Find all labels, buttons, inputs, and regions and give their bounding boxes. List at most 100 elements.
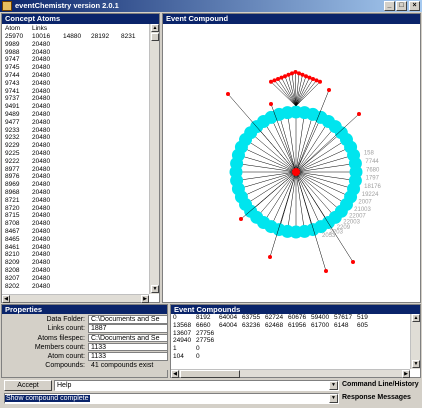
list-item[interactable]: 9222 20480 <box>5 158 148 166</box>
list-item[interactable]: 9489 20480 <box>5 111 148 119</box>
command-input-value: Help <box>57 382 72 389</box>
list-item[interactable]: 9232 20480 <box>5 134 148 142</box>
graph-node-label: 7744 <box>365 159 379 165</box>
cell: 0 <box>196 352 200 360</box>
table-row[interactable]: 10 <box>173 345 409 353</box>
list-item[interactable]: 9477 20480 <box>5 119 148 127</box>
compound-node <box>307 75 312 80</box>
cell: 104 <box>173 352 184 360</box>
cell: 8207 <box>5 274 20 282</box>
list-item[interactable]: 9225 20480 <box>5 150 148 158</box>
list-item[interactable]: 9741 20480 <box>5 88 148 96</box>
cell: 9232 <box>5 134 20 142</box>
event-compounds-scrollbar[interactable]: ▲ ▼ <box>410 314 420 369</box>
compound-node <box>290 71 294 76</box>
list-item[interactable]: 8208 20480 <box>5 267 148 275</box>
scroll-down-arrow-icon[interactable]: ▼ <box>412 360 420 368</box>
cell: 27756 <box>196 337 215 345</box>
scroll-right-arrow-icon[interactable]: ▶ <box>402 370 410 378</box>
list-item[interactable]: 8968 20480 <box>5 189 148 197</box>
list-item[interactable]: 9743 20480 <box>5 80 148 88</box>
cell: 9747 <box>5 56 20 64</box>
maximize-button[interactable]: □ <box>396 1 407 11</box>
cell: 8715 <box>5 212 20 220</box>
compound-node <box>269 102 273 106</box>
command-input[interactable]: Help ▼ <box>54 380 339 391</box>
table-row[interactable]: 13607 27756 <box>173 330 409 338</box>
concept-atoms-scrollbar[interactable]: ▲ ▼ <box>149 24 159 294</box>
scroll-up-arrow-icon[interactable]: ▲ <box>151 24 159 32</box>
compound-node <box>314 78 319 83</box>
close-button[interactable]: × <box>409 1 420 11</box>
graph-node-label: 158 <box>364 151 375 157</box>
property-row: Data Folder: C:\Documents and Se <box>2 315 168 324</box>
graph-edge <box>295 132 342 173</box>
minimize-button[interactable]: _ <box>384 1 395 11</box>
list-item[interactable]: 9737 20480 <box>5 95 148 103</box>
scroll-right-arrow-icon[interactable]: ▶ <box>141 295 149 303</box>
scroll-left-arrow-icon[interactable]: ◀ <box>2 295 10 303</box>
event-compound-panel: Event Compound 158 7744 7680 1797 18176 19224… <box>162 13 421 303</box>
scroll-left-arrow-icon[interactable]: ◀ <box>171 370 179 378</box>
concept-atoms-hscrollbar[interactable]: ◀ ▶ <box>2 294 149 303</box>
table-row[interactable]: 13568 6660 64004 63236 62468 61956 61700 6148 60… <box>173 322 409 330</box>
list-item[interactable]: 8708 20480 <box>5 220 148 228</box>
cell: 20480 <box>32 56 51 64</box>
event-compounds-hscrollbar[interactable]: ◀ ▶ <box>171 369 410 378</box>
concept-atoms-list[interactable]: 25970 10016 14880 28192 8231 9989 20480 9988 204… <box>5 33 148 298</box>
compound-graph[interactable]: 1587744768017971817619224200721003220072… <box>163 24 420 302</box>
property-row: Atom count: 1133 <box>2 352 168 361</box>
list-item[interactable]: 9744 20480 <box>5 72 148 80</box>
list-item[interactable]: 8720 20480 <box>5 205 148 213</box>
list-item[interactable]: 8977 20480 <box>5 166 148 174</box>
response-field[interactable]: Show compound complete ▼ <box>4 393 339 404</box>
graph-edge <box>295 171 354 190</box>
list-item[interactable]: 8202 20480 <box>5 283 148 291</box>
list-item[interactable]: 8209 20480 <box>5 259 148 267</box>
list-item[interactable]: 9229 20480 <box>5 142 148 150</box>
event-compounds-list[interactable]: 0 8192 64004 63755 62724 60676 59400 57617 519 13… <box>173 314 409 370</box>
accept-button[interactable]: Accept <box>4 380 52 391</box>
cell: 20480 <box>32 204 51 212</box>
properties-header: Properties <box>2 305 167 314</box>
list-item[interactable]: 9745 20480 <box>5 64 148 72</box>
event-compound-header: Event Compound <box>163 14 420 24</box>
scroll-up-arrow-icon[interactable]: ▲ <box>412 314 420 322</box>
scroll-thumb[interactable] <box>180 370 240 378</box>
scroll-thumb[interactable] <box>151 33 159 41</box>
table-row[interactable]: 24940 27756 <box>173 337 409 345</box>
graph-node-label: 18176 <box>364 184 381 190</box>
list-item[interactable]: 8465 20480 <box>5 236 148 244</box>
cell: 61700 <box>311 321 330 329</box>
list-item[interactable]: 8461 20480 <box>5 244 148 252</box>
cell: 64004 <box>219 314 238 321</box>
chevron-down-icon[interactable]: ▼ <box>329 381 338 390</box>
list-item[interactable]: 8467 20480 <box>5 228 148 236</box>
list-item[interactable]: 9491 20480 <box>5 103 148 111</box>
list-item[interactable]: 9233 20480 <box>5 127 148 135</box>
compound-node <box>276 77 280 81</box>
graph-node-label: 19224 <box>362 192 379 198</box>
scroll-down-arrow-icon[interactable]: ▼ <box>151 285 159 293</box>
list-item[interactable]: 9988 20480 <box>5 49 148 57</box>
graph-node-label: 2053 <box>322 233 336 239</box>
window-title: eventChemistry version 2.0.1 <box>15 1 119 10</box>
cell: 0 <box>196 345 200 353</box>
list-item[interactable]: 9747 20480 <box>5 56 148 64</box>
cell: 20480 <box>32 188 51 196</box>
list-item[interactable]: 8210 20480 <box>5 251 148 259</box>
chevron-down-icon[interactable]: ▼ <box>329 394 338 403</box>
table-row[interactable]: 104 0 <box>173 353 409 361</box>
list-item[interactable]: 8721 20480 <box>5 197 148 205</box>
property-label: Data Folder: <box>46 316 85 323</box>
list-item[interactable]: 25970 10016 14880 28192 8231 <box>5 33 148 41</box>
list-item[interactable]: 9989 20480 <box>5 41 148 49</box>
cell: 63755 <box>242 314 261 321</box>
list-item[interactable]: 8715 20480 <box>5 212 148 220</box>
compound-node <box>297 71 301 76</box>
list-item[interactable]: 8976 20480 <box>5 173 148 181</box>
list-item[interactable]: 8969 20480 <box>5 181 148 189</box>
list-item[interactable]: 8207 20480 <box>5 275 148 283</box>
cell: 8192 <box>196 314 211 321</box>
table-row[interactable]: 0 8192 64004 63755 62724 60676 59400 57617 519 <box>173 314 409 322</box>
